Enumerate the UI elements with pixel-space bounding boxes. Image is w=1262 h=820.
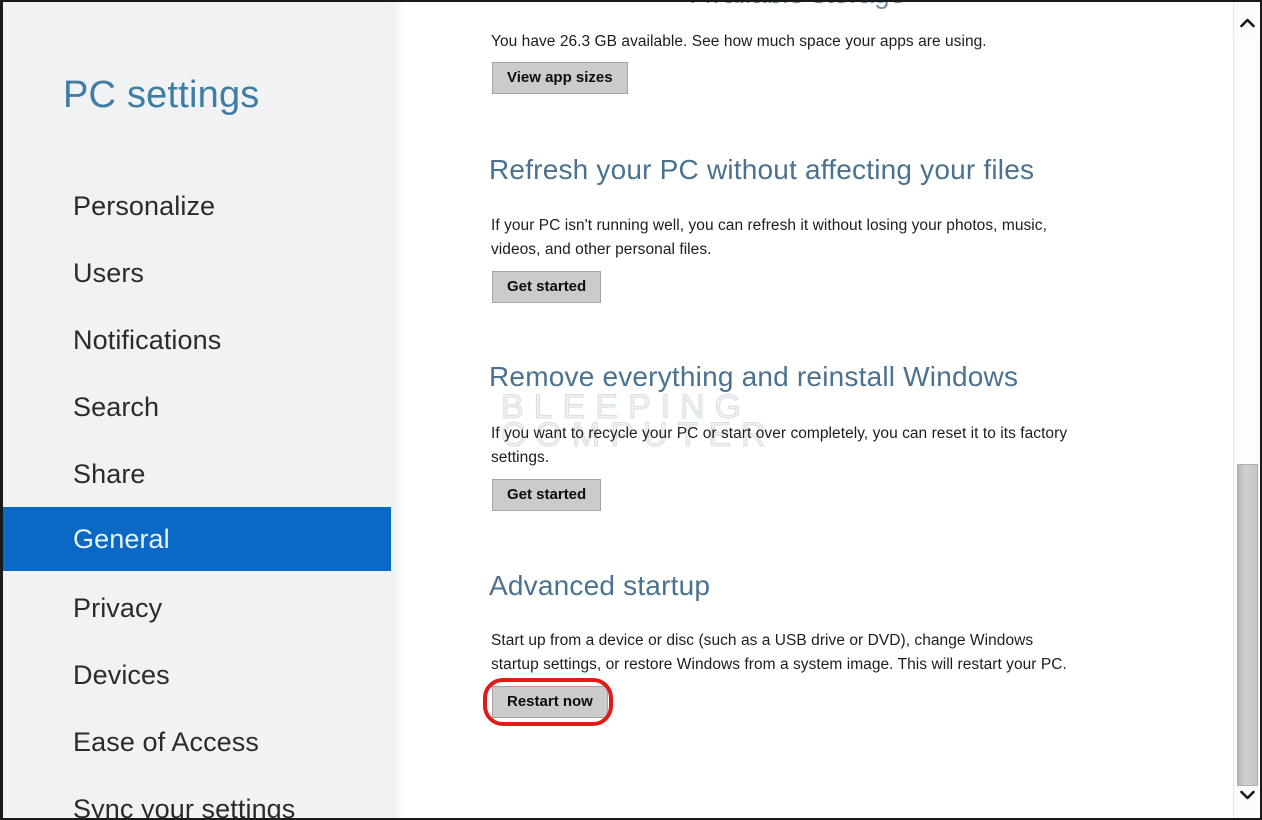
refresh-pc-description-line1: If your PC isn't running well, you can r… (491, 217, 1047, 234)
sidebar-item-ease-of-access[interactable]: Ease of Access (3, 710, 391, 774)
pc-settings-window: PC settings Personalize Users Notificati… (0, 0, 1262, 820)
sidebar-item-privacy[interactable]: Privacy (3, 576, 391, 640)
sidebar-item-label: Notifications (73, 324, 222, 355)
sidebar-item-sync-your-settings[interactable]: Sync your settings (3, 777, 391, 820)
sidebar-item-personalize[interactable]: Personalize (3, 174, 391, 238)
sidebar-item-label: Privacy (73, 592, 163, 623)
sidebar-item-label: Devices (73, 659, 170, 690)
view-app-sizes-button[interactable]: View app sizes (492, 62, 628, 94)
chevron-up-icon[interactable] (1234, 10, 1260, 36)
chevron-down-icon[interactable] (1234, 782, 1260, 808)
sidebar-item-label: Sync your settings (73, 793, 296, 820)
sidebar-item-label: Personalize (73, 190, 216, 221)
storage-description: You have 26.3 GB available. See how much… (491, 33, 987, 50)
sidebar-item-label: Ease of Access (73, 726, 259, 757)
sidebar-item-general[interactable]: General (3, 507, 393, 571)
sidebar-item-label: General (73, 523, 170, 554)
reset-pc-heading: Remove everything and reinstall Windows (489, 361, 1019, 392)
sidebar-item-search[interactable]: Search (3, 375, 391, 439)
advanced-startup-description-line1: Start up from a device or disc (such as … (491, 632, 1034, 649)
advanced-startup-heading: Advanced startup (489, 570, 711, 601)
sidebar-item-notifications[interactable]: Notifications (3, 308, 391, 372)
page-title: PC settings (63, 74, 260, 116)
clipped-heading-above: Available storage (691, 2, 905, 10)
scrollbar-thumb[interactable] (1237, 464, 1258, 786)
reset-pc-get-started-button[interactable]: Get started (492, 479, 602, 511)
refresh-pc-get-started-button[interactable]: Get started (492, 271, 602, 303)
restart-now-button[interactable]: Restart now (492, 686, 608, 718)
sidebar-item-share[interactable]: Share (3, 442, 391, 506)
reset-pc-description-line2: settings. (491, 449, 550, 466)
sidebar-item-devices[interactable]: Devices (3, 643, 391, 707)
sidebar: PC settings Personalize Users Notificati… (3, 2, 393, 820)
content-left-shadow (391, 2, 405, 818)
settings-content-panel: Available storage You have 26.3 GB avail… (391, 2, 1260, 818)
vertical-scrollbar[interactable] (1233, 2, 1260, 818)
sidebar-item-label: Share (73, 458, 146, 489)
advanced-startup-description-line2: startup settings, or restore Windows fro… (491, 656, 1067, 673)
reset-pc-description-line1: If you want to recycle your PC or start … (491, 425, 1068, 442)
sidebar-item-label: Search (73, 391, 160, 422)
sidebar-item-users[interactable]: Users (3, 241, 391, 305)
sidebar-item-label: Users (73, 257, 145, 288)
refresh-pc-description-line2: videos, and other personal files. (491, 241, 712, 258)
refresh-pc-heading: Refresh your PC without affecting your f… (489, 154, 1035, 185)
